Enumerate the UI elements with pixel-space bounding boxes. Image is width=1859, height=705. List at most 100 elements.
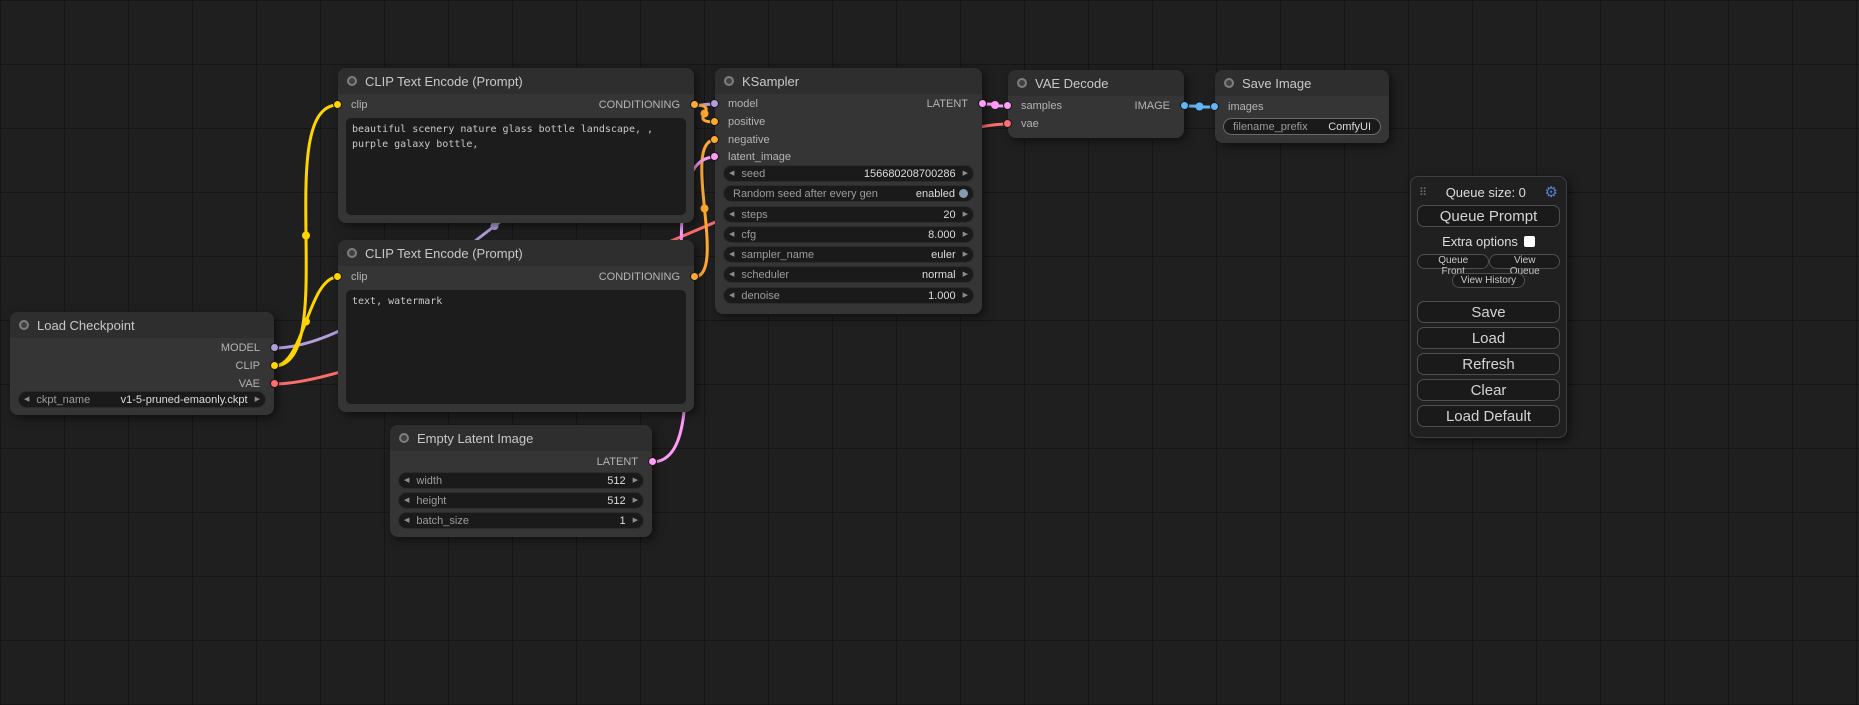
view-queue-button[interactable]: View Queue [1489, 254, 1560, 269]
node-title-bar[interactable]: Empty Latent Image [390, 425, 652, 451]
arrow-right-icon[interactable]: ▶ [255, 392, 260, 407]
output-port-latent[interactable] [978, 99, 987, 108]
collapse-dot[interactable] [347, 248, 357, 258]
widget-denoise[interactable]: ◀ denoise 1.000 ▶ [723, 287, 974, 304]
widget-batch-size[interactable]: ◀ batch_size 1 ▶ [398, 512, 644, 529]
output-port-clip[interactable] [270, 361, 279, 370]
widget-width[interactable]: ◀ width 512 ▶ [398, 472, 644, 489]
input-port-negative[interactable] [710, 135, 719, 144]
input-label-clip: clip [351, 271, 368, 283]
arrow-right-icon[interactable]: ▶ [963, 247, 968, 262]
input-port-vae[interactable] [1003, 119, 1012, 128]
collapse-dot[interactable] [1017, 78, 1027, 88]
wire [274, 105, 338, 366]
widget-filename-prefix[interactable]: filename_prefix ComfyUI [1223, 118, 1381, 135]
input-port-positive[interactable] [710, 117, 719, 126]
input-port-clip[interactable] [333, 100, 342, 109]
collapse-dot[interactable] [724, 76, 734, 86]
extra-options-checkbox[interactable] [1524, 236, 1535, 247]
widget-ckpt-name[interactable]: ◀ ckpt_name v1-5-pruned-emaonly.ckpt ▶ [18, 391, 266, 408]
arrow-right-icon[interactable]: ▶ [633, 513, 638, 528]
view-history-button[interactable]: View History [1452, 273, 1525, 288]
clear-button[interactable]: Clear [1417, 379, 1560, 401]
arrow-right-icon[interactable]: ▶ [963, 288, 968, 303]
arrow-left-icon[interactable]: ◀ [729, 166, 734, 181]
collapse-dot[interactable] [19, 320, 29, 330]
prompt-textarea[interactable]: text, watermark [346, 290, 686, 404]
arrow-left-icon[interactable]: ◀ [729, 247, 734, 262]
collapse-dot[interactable] [347, 76, 357, 86]
arrow-left-icon[interactable]: ◀ [729, 288, 734, 303]
node-title-bar[interactable]: Load Checkpoint [10, 312, 274, 338]
node-ksampler[interactable]: KSampler model positive negative latent_… [715, 68, 982, 314]
collapse-dot[interactable] [1224, 78, 1234, 88]
input-port-latent-image[interactable] [710, 152, 719, 161]
input-port-samples[interactable] [1003, 101, 1012, 110]
collapse-dot[interactable] [399, 433, 409, 443]
arrow-right-icon[interactable]: ▶ [963, 207, 968, 222]
node-load-checkpoint[interactable]: Load Checkpoint MODEL CLIP VAE ◀ ckpt_na… [10, 312, 274, 415]
queue-prompt-button[interactable]: Queue Prompt [1417, 205, 1560, 227]
output-port-vae[interactable] [270, 379, 279, 388]
output-port-conditioning[interactable] [690, 272, 699, 281]
arrow-left-icon[interactable]: ◀ [404, 493, 409, 508]
input-port-model[interactable] [710, 99, 719, 108]
node-clip-text-encode-positive[interactable]: CLIP Text Encode (Prompt) clip CONDITION… [338, 68, 694, 223]
wire [274, 277, 338, 366]
prompt-textarea[interactable]: beautiful scenery nature glass bottle la… [346, 118, 686, 215]
load-default-button[interactable]: Load Default [1417, 405, 1560, 427]
widget-scheduler[interactable]: ◀ scheduler normal ▶ [723, 266, 974, 283]
output-port-latent[interactable] [648, 457, 657, 466]
graph-canvas[interactable]: Load Checkpoint MODEL CLIP VAE ◀ ckpt_na… [0, 0, 1859, 705]
node-vae-decode[interactable]: VAE Decode samples vae IMAGE [1008, 70, 1184, 138]
input-port-images[interactable] [1210, 102, 1219, 111]
widget-seed[interactable]: ◀ seed 156680208700286 ▶ [723, 165, 974, 182]
node-title-bar[interactable]: CLIP Text Encode (Prompt) [338, 240, 694, 266]
extra-options-row: Extra options [1417, 234, 1560, 249]
input-port-clip[interactable] [333, 272, 342, 281]
refresh-button[interactable]: Refresh [1417, 353, 1560, 375]
node-empty-latent-image[interactable]: Empty Latent Image LATENT ◀ width 512 ▶ … [390, 425, 652, 537]
queue-front-button[interactable]: Queue Front [1417, 254, 1489, 269]
widget-value: 8.000 [928, 229, 956, 241]
arrow-right-icon[interactable]: ▶ [633, 473, 638, 488]
node-title-bar[interactable]: CLIP Text Encode (Prompt) [338, 68, 694, 94]
output-port-conditioning[interactable] [690, 100, 699, 109]
arrow-left-icon[interactable]: ◀ [729, 227, 734, 242]
node-clip-text-encode-negative[interactable]: CLIP Text Encode (Prompt) clip CONDITION… [338, 240, 694, 412]
arrow-right-icon[interactable]: ▶ [633, 493, 638, 508]
input-label-images: images [1228, 101, 1263, 113]
output-label-clip: CLIP [236, 360, 260, 372]
node-title-bar[interactable]: VAE Decode [1008, 70, 1184, 96]
arrow-left-icon[interactable]: ◀ [24, 392, 29, 407]
widget-value: 512 [607, 475, 625, 487]
widget-value: 512 [607, 495, 625, 507]
widget-sampler-name[interactable]: ◀ sampler_name euler ▶ [723, 246, 974, 263]
widget-label: scheduler [741, 269, 789, 281]
output-port-image[interactable] [1180, 101, 1189, 110]
save-button[interactable]: Save [1417, 301, 1560, 323]
arrow-left-icon[interactable]: ◀ [729, 267, 734, 282]
arrow-right-icon[interactable]: ▶ [963, 227, 968, 242]
wire-midpoint-dot [1196, 103, 1204, 111]
arrow-right-icon[interactable]: ▶ [963, 166, 968, 181]
node-title-bar[interactable]: KSampler [715, 68, 982, 94]
output-port-model[interactable] [270, 343, 279, 352]
toggle-on-dot[interactable] [959, 189, 968, 198]
node-save-image[interactable]: Save Image images filename_prefix ComfyU… [1215, 70, 1389, 143]
output-label-latent: LATENT [927, 98, 968, 110]
node-title-bar[interactable]: Save Image [1215, 70, 1389, 96]
input-label-latent-image: latent_image [728, 151, 791, 163]
arrow-left-icon[interactable]: ◀ [404, 473, 409, 488]
widget-cfg[interactable]: ◀ cfg 8.000 ▶ [723, 226, 974, 243]
settings-gear-icon[interactable]: ⚙ [1545, 183, 1558, 201]
arrow-right-icon[interactable]: ▶ [963, 267, 968, 282]
node-title: VAE Decode [1035, 76, 1108, 91]
widget-height[interactable]: ◀ height 512 ▶ [398, 492, 644, 509]
arrow-left-icon[interactable]: ◀ [729, 207, 734, 222]
widget-random-seed-toggle[interactable]: Random seed after every gen enabled [723, 185, 974, 202]
load-button[interactable]: Load [1417, 327, 1560, 349]
widget-steps[interactable]: ◀ steps 20 ▶ [723, 206, 974, 223]
arrow-left-icon[interactable]: ◀ [404, 513, 409, 528]
drag-handle-icon[interactable]: ⠿ [1419, 186, 1427, 199]
